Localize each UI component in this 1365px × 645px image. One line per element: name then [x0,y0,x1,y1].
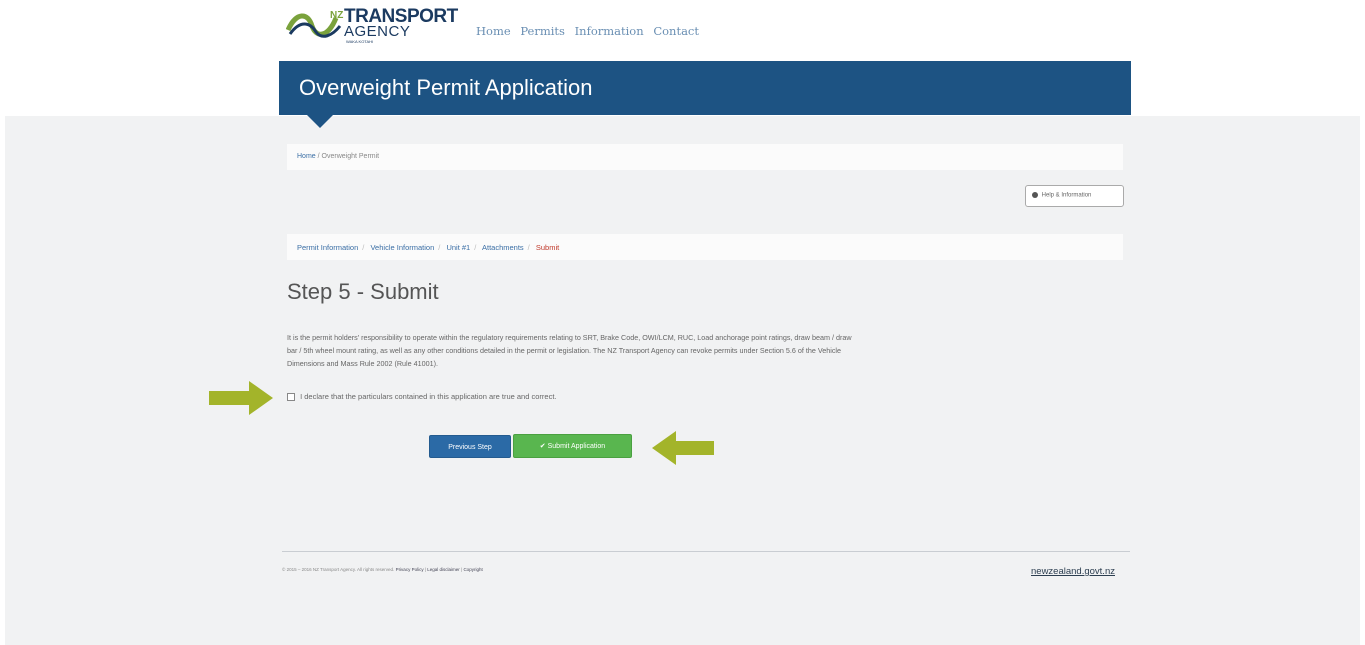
arrow-left-icon [652,431,714,465]
banner-pointer [307,115,333,128]
submit-button-label: Submit Application [547,443,606,450]
copyright-text: © 2015 – 2016 NZ Transport Agency. All r… [282,567,395,572]
help-button-label: Help & Information [1041,192,1092,199]
check-icon: ✔ [539,443,546,450]
disclaimer-text: It is the permit holders' responsibility… [287,331,1117,370]
info-circle-icon [1032,192,1038,198]
previous-step-button[interactable]: Previous Step [429,435,511,458]
declaration-checkbox[interactable] [287,393,295,402]
step-progress: Permit Information / Vehicle Information /… [287,234,1123,260]
nzta-logo[interactable]: NZ TRANSPORT AGENCY WAKA KOTAHI [286,6,458,46]
footer-copyright: © 2015 – 2016 NZ Transport Agency. All r… [282,567,483,572]
nav-permits[interactable]: Permits [520,24,565,38]
help-information-button[interactable]: Help & Information [1025,185,1124,207]
logo-agency: AGENCY [344,23,411,40]
step-attachments[interactable]: Attachments [482,243,524,252]
step-separator: / [474,243,477,252]
breadcrumb: Home / Overweight Permit [287,144,1123,170]
step-submit: Submit [535,243,560,252]
govt-nz-link[interactable]: newzealand.govt.nz [1031,566,1115,577]
step-vehicle-information[interactable]: Vehicle Information [370,243,434,252]
declaration-label[interactable]: I declare that the particulars contained… [300,392,556,401]
disclaimer-line: It is the permit holders' responsibility… [287,333,852,342]
step-separator: / [527,243,530,252]
breadcrumb-home[interactable]: Home [297,153,316,160]
disclaimer-line: bar / 5th wheel mount rating, as well as… [287,346,842,355]
logo-nz: NZ [330,10,344,21]
legal-disclaimer-link[interactable]: Legal disclaimer [427,567,460,572]
arrow-right-icon [209,381,273,415]
footer-divider [282,551,1130,552]
privacy-policy-link[interactable]: Privacy Policy [396,567,424,572]
page-banner: Overweight Permit Application [279,61,1131,115]
page-title: Overweight Permit Application [299,75,593,100]
declaration-row[interactable]: I declare that the particulars contained… [287,392,557,402]
submit-application-button[interactable]: ✔ Submit Application [513,434,632,458]
nav-contact[interactable]: Contact [653,24,699,38]
logo-tagline: WAKA KOTAHI [346,39,374,44]
nav-information[interactable]: Information [575,24,644,38]
step-separator: / [438,243,441,252]
step-unit-1[interactable]: Unit #1 [446,243,470,252]
disclaimer-line: Dimensions and Mass Rule 2002 (Rule 4100… [287,359,439,368]
main-nav: Home Permits Information Contact [476,24,705,38]
breadcrumb-current: Overweight Permit [321,153,380,160]
copyright-link[interactable]: Copyright [463,567,482,572]
step-separator: / [362,243,365,252]
step-permit-information[interactable]: Permit Information [297,243,358,252]
step-heading: Step 5 - Submit [287,279,439,304]
nav-home[interactable]: Home [476,24,511,38]
